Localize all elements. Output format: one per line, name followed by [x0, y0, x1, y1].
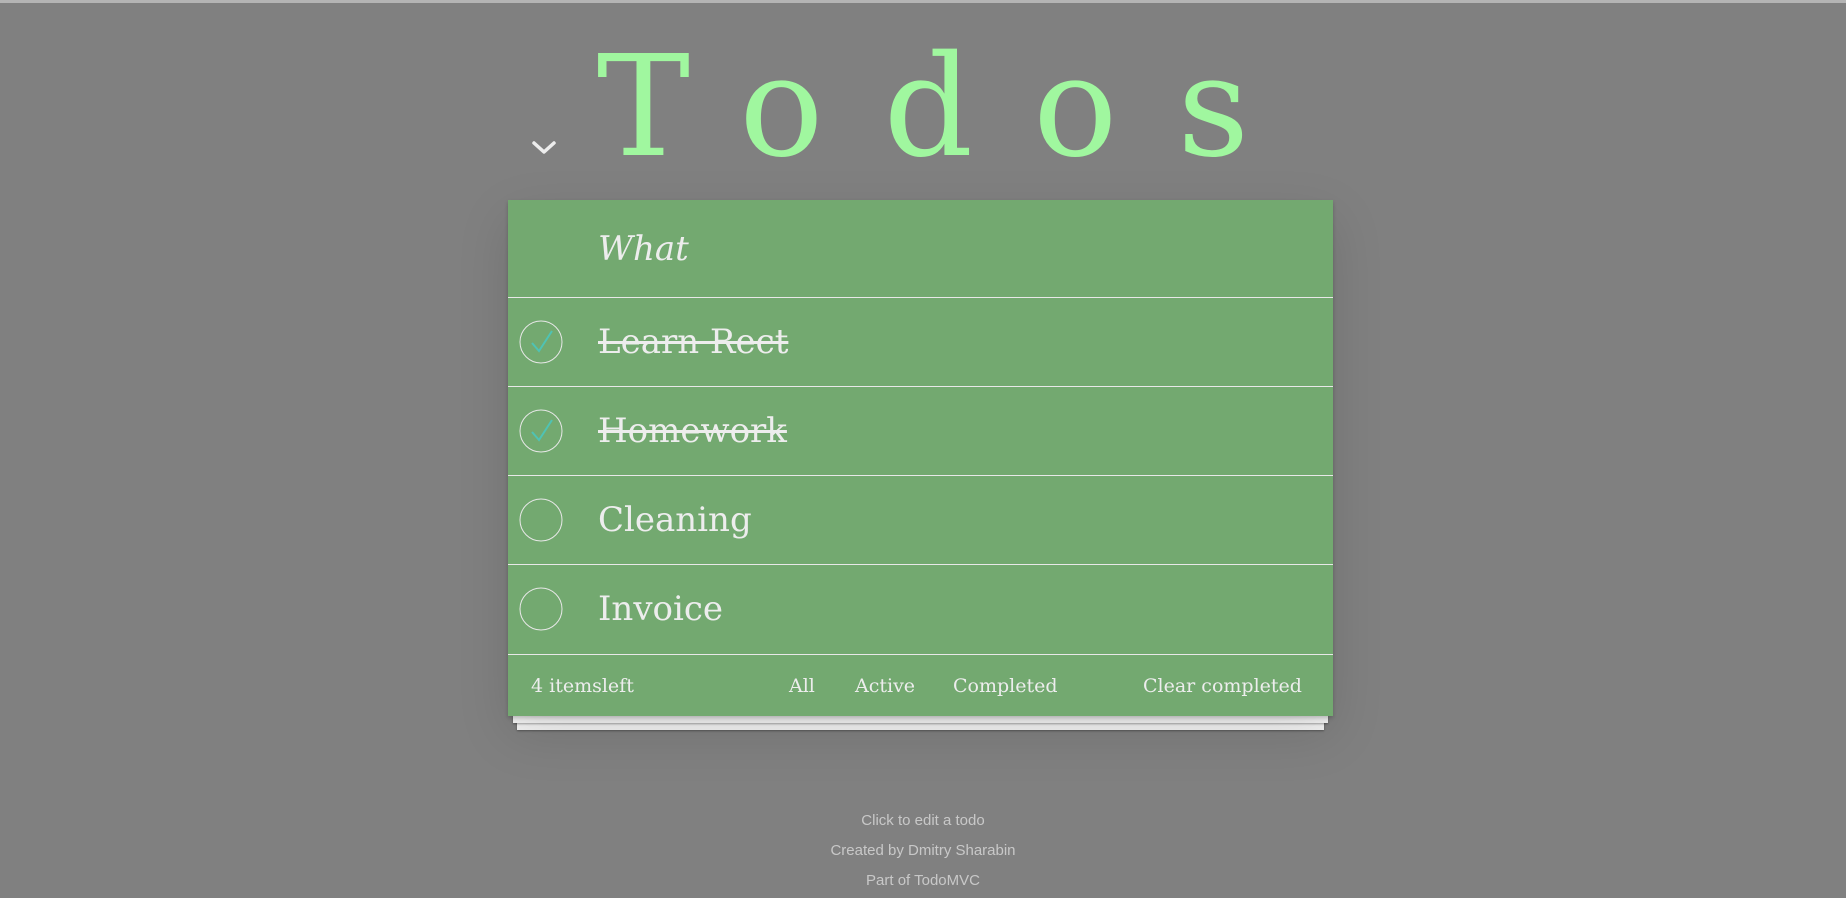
todo-label[interactable]: Invoice	[598, 565, 723, 654]
chevron-down-icon	[532, 141, 556, 154]
todo-item: Learn Rect	[508, 298, 1333, 387]
todo-label[interactable]: Homework	[598, 387, 787, 476]
info-project: Part of TodoMVC	[866, 872, 980, 889]
info-edit-hint: Click to edit a todo	[861, 812, 985, 829]
todo-app: Learn Rect Homework Cleaning	[508, 200, 1333, 716]
todo-label[interactable]: Learn Rect	[598, 298, 788, 387]
checkbox-circle-icon	[519, 320, 563, 364]
info-author: Created by Dmitry Sharabin	[830, 842, 1016, 859]
todo-list: Learn Rect Homework Cleaning Invoice	[508, 298, 1333, 655]
clear-completed-button[interactable]: Clear completed	[1143, 656, 1302, 716]
todo-item: Homework	[508, 387, 1333, 476]
todo-label[interactable]: Cleaning	[598, 476, 752, 565]
todo-toggle-checkbox[interactable]	[519, 320, 563, 364]
todo-item: Invoice	[508, 565, 1333, 655]
filter-completed-link[interactable]: Completed	[953, 656, 1058, 716]
items-left-count: 4 itemsleft	[531, 675, 634, 697]
checkbox-circle-icon	[519, 498, 563, 542]
app-title: Todos	[596, 26, 1310, 189]
toggle-all-button[interactable]	[528, 135, 560, 161]
todo-item: Cleaning	[508, 476, 1333, 565]
checkbox-circle-icon	[519, 409, 563, 453]
todo-toggle-checkbox[interactable]	[519, 498, 563, 542]
new-todo-input[interactable]	[508, 200, 1333, 298]
checkbox-circle-icon	[519, 587, 563, 631]
filter-active-link[interactable]: Active	[855, 656, 915, 716]
filter-all-link[interactable]: All	[789, 656, 815, 716]
todo-toggle-checkbox[interactable]	[519, 409, 563, 453]
todo-footer: 4 itemsleft All Active Completed Clear c…	[508, 656, 1333, 716]
stack-shadow-1	[513, 715, 1328, 723]
todo-toggle-checkbox[interactable]	[519, 587, 563, 631]
